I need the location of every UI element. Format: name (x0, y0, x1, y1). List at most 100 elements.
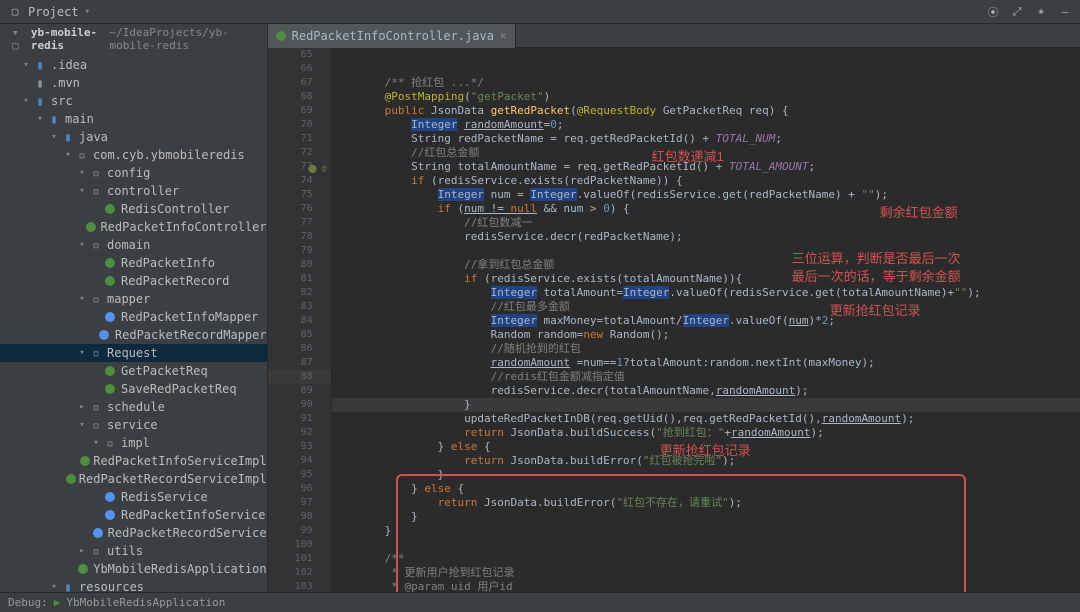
tree-item[interactable]: ▾▫domain (0, 236, 267, 254)
gutter-line[interactable]: 75 (268, 188, 331, 202)
gutter-line[interactable]: 102 (268, 566, 331, 580)
code-line[interactable]: if (redisService.exists(totalAmountName)… (332, 272, 1080, 286)
code-line[interactable]: * @param uid 用户id (332, 580, 1080, 592)
gutter-line[interactable]: 98 (268, 510, 331, 524)
code-line[interactable]: Integer maxMoney=totalAmount/Integer.val… (332, 314, 1080, 328)
code-line[interactable]: if (redisService.exists(redPacketName)) … (332, 174, 1080, 188)
gutter-line[interactable]: 84 (268, 314, 331, 328)
gutter-line[interactable]: 100 (268, 538, 331, 552)
gutter-line[interactable]: 77 (268, 216, 331, 230)
gutter-line[interactable]: 74 (268, 174, 331, 188)
code-line[interactable]: Integer totalAmount=Integer.valueOf(redi… (332, 286, 1080, 300)
gutter-line[interactable]: 78 (268, 230, 331, 244)
chevron-down-icon[interactable]: ▾ (85, 7, 90, 17)
code-line[interactable]: return JsonData.buildSuccess("抢到红包："+ran… (332, 426, 1080, 440)
code-line[interactable]: //拿到红包总金额 (332, 258, 1080, 272)
tree-item[interactable]: ▾▮src (0, 92, 267, 110)
gutter-line[interactable]: 101 (268, 552, 331, 566)
gutter-line[interactable]: 91 (268, 412, 331, 426)
tree-item[interactable]: ▾▫config (0, 164, 267, 182)
tree-item[interactable]: RedPacketInfo (0, 254, 267, 272)
tree-item[interactable]: ▸▫schedule (0, 398, 267, 416)
gutter-line[interactable]: 67 (268, 76, 331, 90)
gutter-line[interactable]: 69 (268, 104, 331, 118)
tree-item[interactable]: RedPacketInfoService (0, 506, 267, 524)
tree-item[interactable]: RedPacketRecordService (0, 524, 267, 542)
tree-arrow-icon[interactable]: ▾ (20, 96, 32, 106)
tree-arrow-icon[interactable]: ▾ (48, 582, 60, 592)
gutter-line[interactable]: 80 (268, 258, 331, 272)
gutter-line[interactable]: 71 (268, 132, 331, 146)
gutter-line[interactable]: 83 (268, 300, 331, 314)
gutter-line[interactable]: 88 (268, 370, 331, 384)
code-line[interactable] (332, 244, 1080, 258)
gutter-line[interactable]: 82 (268, 286, 331, 300)
code-line[interactable]: updateRedPacketInDB(req.getUid(),req.get… (332, 412, 1080, 426)
gutter-line[interactable]: 99 (268, 524, 331, 538)
code[interactable]: /** 抢红包 ...*/ @PostMapping("getPacket") … (332, 48, 1080, 592)
tree-item[interactable]: ▾▮.idea (0, 56, 267, 74)
tree-item[interactable]: ▸▫utils (0, 542, 267, 560)
run-icon[interactable]: ▶ (54, 596, 61, 609)
code-line[interactable]: @PostMapping("getPacket") (332, 90, 1080, 104)
code-line[interactable]: /** 抢红包 ...*/ (332, 76, 1080, 90)
code-line[interactable]: //随机抢到的红包 (332, 342, 1080, 356)
code-line[interactable]: return JsonData.buildError("红包不存在，请重试"); (332, 496, 1080, 510)
gutter-line[interactable]: 65 (268, 48, 331, 62)
tree-arrow-icon[interactable]: ▾ (76, 240, 88, 250)
code-line[interactable]: randomAmount =num==1?totalAmount:random.… (332, 356, 1080, 370)
tree-item[interactable]: RedPacketRecordMapper (0, 326, 267, 344)
tree-arrow-icon[interactable]: ▾ (62, 150, 74, 160)
code-line[interactable]: /** (332, 552, 1080, 566)
gutter-line[interactable]: 81 (268, 272, 331, 286)
code-line[interactable]: public JsonData getRedPacket(@RequestBod… (332, 104, 1080, 118)
tree-item[interactable]: ▾▫impl (0, 434, 267, 452)
code-line[interactable]: redisService.decr(totalAmountName,random… (332, 384, 1080, 398)
code-line[interactable]: } (332, 510, 1080, 524)
code-line[interactable]: } else { (332, 482, 1080, 496)
tree-arrow-icon[interactable]: ▾ (76, 186, 88, 196)
tree-item[interactable]: ▾▮java (0, 128, 267, 146)
gutter-line[interactable]: 97 (268, 496, 331, 510)
close-icon[interactable]: × (500, 29, 507, 42)
minimize-icon[interactable]: — (1058, 5, 1072, 19)
file-tree[interactable]: ▾▮.idea▮.mvn▾▮src▾▮main▾▮java▾▫com.cyb.y… (0, 56, 267, 592)
tree-arrow-icon[interactable]: ▾ (20, 60, 32, 70)
tree-item[interactable]: RedPacketInfoServiceImpl (0, 452, 267, 470)
code-line[interactable]: //红包数减一 (332, 216, 1080, 230)
gutter-line[interactable]: 92 (268, 426, 331, 440)
gutter-line[interactable]: 93 (268, 440, 331, 454)
project-tool-icon[interactable]: ▢ (8, 5, 22, 19)
tree-item[interactable]: ▾▫Request (0, 344, 267, 362)
gutter-line[interactable]: 89 (268, 384, 331, 398)
gutter-line[interactable]: 86 (268, 342, 331, 356)
tree-arrow-icon[interactable]: ▾ (34, 114, 46, 124)
gutter-line[interactable]: 90 (268, 398, 331, 412)
code-line[interactable]: String redPacketName = req.getRedPacketI… (332, 132, 1080, 146)
tab-redpacket-controller[interactable]: RedPacketInfoController.java × (268, 24, 516, 48)
code-line[interactable]: redisService.decr(redPacketName); (332, 230, 1080, 244)
gutter[interactable]: 656667686970717273⬤ @7475767778798081828… (268, 48, 332, 592)
code-line[interactable]: } (332, 468, 1080, 482)
settings-icon[interactable]: ✶ (1034, 5, 1048, 19)
code-line[interactable]: } (332, 398, 1080, 412)
tree-item[interactable]: RedPacketRecord (0, 272, 267, 290)
tree-item[interactable]: ▾▫service (0, 416, 267, 434)
code-line[interactable]: //红包最多金额 (332, 300, 1080, 314)
tree-item[interactable]: ▾▫controller (0, 182, 267, 200)
target-icon[interactable]: ⦿ (986, 5, 1000, 19)
code-line[interactable]: Integer randomAmount=0; (332, 118, 1080, 132)
tree-item[interactable]: ▾▫com.cyb.ybmobileredis (0, 146, 267, 164)
tree-item[interactable]: RedPacketInfoMapper (0, 308, 267, 326)
gutter-line[interactable]: 103 (268, 580, 331, 592)
gutter-line[interactable]: 70 (268, 118, 331, 132)
tree-item[interactable]: ▾▮resources (0, 578, 267, 592)
code-line[interactable]: Integer num = Integer.valueOf(redisServi… (332, 188, 1080, 202)
gutter-line[interactable]: 73⬤ @ (268, 160, 331, 174)
code-line[interactable]: } (332, 524, 1080, 538)
code-line[interactable]: if (num != null && num > 0) { (332, 202, 1080, 216)
gutter-line[interactable]: 85 (268, 328, 331, 342)
tree-item[interactable]: YbMobileRedisApplication (0, 560, 267, 578)
gutter-line[interactable]: 87 (268, 356, 331, 370)
tree-arrow-icon[interactable]: ▸ (76, 402, 88, 412)
